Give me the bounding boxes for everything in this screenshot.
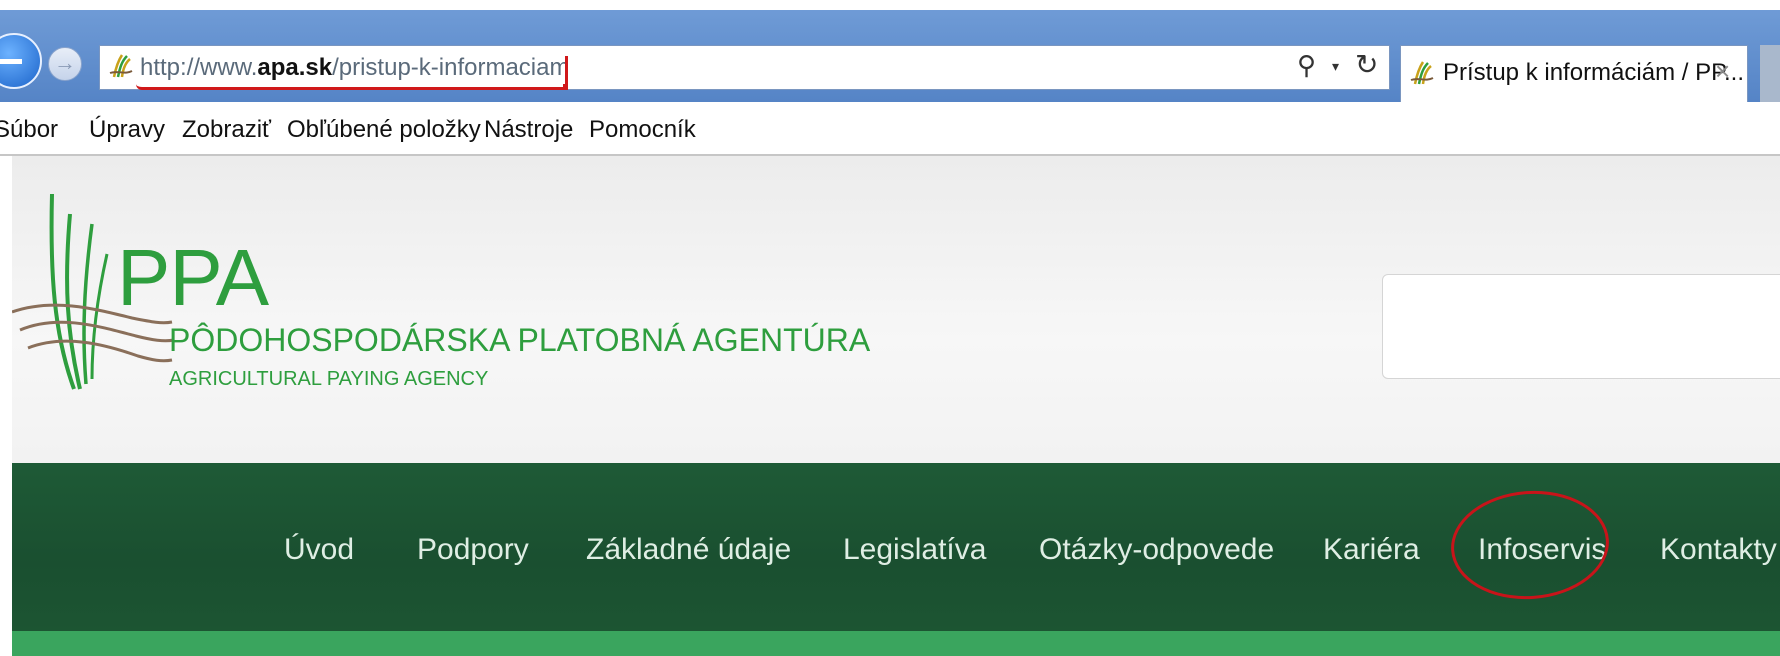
nav-item-uvod[interactable]: Úvod bbox=[284, 533, 354, 567]
url-domain: apa.sk bbox=[257, 54, 333, 81]
chevron-down-icon[interactable]: ▾ bbox=[1332, 58, 1339, 75]
back-arrow-icon bbox=[0, 59, 22, 64]
tab-title: Prístup k informáciám / PP... bbox=[1443, 59, 1744, 86]
url-text[interactable]: http://www.apa.sk/pristup-k-informaciam bbox=[140, 54, 569, 82]
nav-item-legislativa[interactable]: Legislatíva bbox=[843, 533, 986, 567]
menu-item-favorites[interactable]: Obľúbené položky bbox=[287, 116, 481, 144]
menu-item-tools[interactable]: Nástroje bbox=[484, 116, 573, 144]
nav-item-kontakty[interactable]: Kontakty bbox=[1660, 533, 1777, 567]
nav-item-podpory[interactable]: Podpory bbox=[417, 533, 529, 567]
menu-item-file[interactable]: Súbor bbox=[0, 116, 58, 144]
url-path: /pristup-k-informaciam bbox=[332, 54, 570, 81]
logo-text: PPA bbox=[117, 233, 269, 322]
menu-bar: Súbor Úpravy Zobraziť Obľúbené položky N… bbox=[0, 102, 1780, 156]
forward-arrow-icon: → bbox=[54, 50, 76, 75]
nav-item-kariera[interactable]: Kariéra bbox=[1323, 533, 1420, 567]
site-search-input[interactable] bbox=[1382, 274, 1780, 379]
nav-item-otazky-odpovede[interactable]: Otázky-odpovede bbox=[1039, 533, 1274, 567]
main-navigation: Úvod Podpory Základné údaje Legislatíva … bbox=[12, 463, 1780, 631]
site-header: PPA PÔDOHOSPODÁRSKA PLATOBNÁ AGENTÚRA AG… bbox=[12, 156, 1780, 463]
menu-item-help[interactable]: Pomocník bbox=[589, 116, 696, 144]
url-annotation-underline bbox=[136, 84, 566, 90]
org-name: PÔDOHOSPODÁRSKA PLATOBNÁ AGENTÚRA bbox=[169, 322, 871, 358]
forward-button[interactable]: → bbox=[48, 47, 82, 81]
search-icon[interactable]: ⚲ bbox=[1297, 50, 1316, 81]
refresh-icon[interactable]: ↻ bbox=[1355, 48, 1378, 81]
menu-item-edit[interactable]: Úpravy bbox=[89, 116, 165, 144]
site-favicon-icon bbox=[109, 54, 133, 78]
site-logo[interactable]: PPA PÔDOHOSPODÁRSKA PLATOBNÁ AGENTÚRA AG… bbox=[12, 194, 870, 394]
tab-strip-end bbox=[1760, 45, 1780, 102]
content-top-strip bbox=[12, 631, 1780, 656]
url-annotation-tick bbox=[565, 56, 568, 90]
close-icon[interactable]: × bbox=[1715, 56, 1730, 87]
browser-tab[interactable]: Prístup k informáciám / PP... × bbox=[1400, 45, 1748, 102]
menu-item-view[interactable]: Zobraziť bbox=[182, 116, 271, 144]
url-prefix: http://www. bbox=[140, 54, 258, 81]
org-name-english: AGRICULTURAL PAYING AGENCY bbox=[169, 368, 489, 390]
infoservis-annotation-circle bbox=[1447, 485, 1613, 605]
nav-item-zakladne-udaje[interactable]: Základné údaje bbox=[586, 533, 791, 567]
tab-favicon-icon bbox=[1410, 61, 1434, 85]
